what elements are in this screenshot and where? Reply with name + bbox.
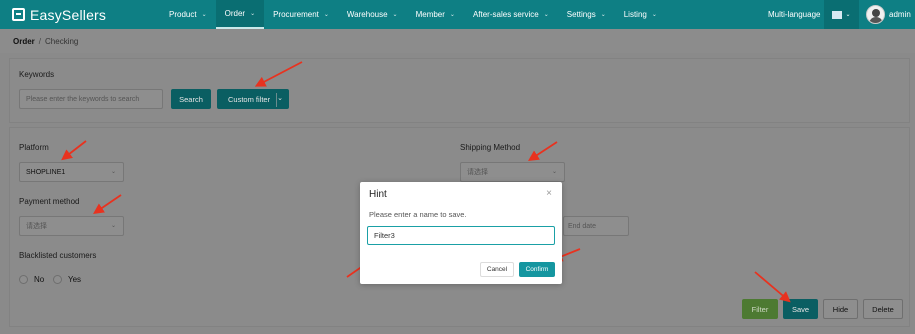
- shipping-method-select[interactable]: 请选择 ⌄: [460, 162, 565, 182]
- main-menu: Product ⌄ Order ⌄ Procurement ⌄ Warehouse ⌄ …: [160, 0, 666, 29]
- top-nav-bar: EasySellers Product ⌄ Order ⌄ Procurement ⌄…: [0, 0, 915, 29]
- chevron-down-icon: ⌄: [651, 12, 657, 18]
- nav-item-product[interactable]: Product ⌄: [160, 0, 216, 29]
- breadcrumb-current: Checking: [45, 36, 79, 46]
- confirm-button[interactable]: Confirm: [519, 262, 555, 277]
- radio-circle: [53, 275, 62, 284]
- nav-item-label: Warehouse: [346, 10, 388, 19]
- dialog-title: Hint: [369, 189, 387, 200]
- nav-item-procurement[interactable]: Procurement ⌄: [264, 0, 338, 29]
- blacklist-label: Blacklisted customers: [19, 251, 97, 260]
- save-filter-dialog: Hint × Please enter a name to save. Canc…: [360, 182, 562, 284]
- multi-language-link[interactable]: Multi-language: [768, 0, 820, 29]
- end-date-placeholder: End date: [568, 222, 597, 230]
- chevron-down-icon: ⌄: [845, 12, 851, 18]
- brand-logo[interactable]: EasySellers: [0, 0, 160, 29]
- chevron-down-icon: ⌄: [392, 12, 398, 18]
- save-button[interactable]: Save: [783, 299, 818, 319]
- nav-item-label: Order: [224, 9, 246, 18]
- keywords-placeholder: Please enter the keywords to search: [26, 95, 140, 103]
- cancel-button[interactable]: Cancel: [480, 262, 514, 277]
- shopping-bag-icon: [12, 8, 25, 21]
- custom-filter-button[interactable]: Custom filter ⌄: [217, 89, 289, 109]
- radio-circle: [19, 275, 28, 284]
- user-name[interactable]: admin: [889, 0, 911, 29]
- keywords-input[interactable]: Please enter the keywords to search: [19, 89, 163, 109]
- search-button[interactable]: Search: [171, 89, 211, 109]
- chevron-down-icon: ⌄: [543, 12, 549, 18]
- chevron-down-icon: ⌄: [201, 12, 207, 18]
- nav-item-warehouse[interactable]: Warehouse ⌄: [338, 0, 407, 29]
- chevron-down-icon: ⌄: [600, 12, 606, 18]
- end-date-input[interactable]: End date: [563, 216, 629, 236]
- breadcrumb-separator: /: [38, 36, 42, 46]
- filter-button[interactable]: Filter: [742, 299, 778, 319]
- filter-name-input[interactable]: [367, 226, 555, 245]
- chevron-down-icon[interactable]: ⌄: [277, 94, 283, 102]
- platform-select[interactable]: SHOPLINE1 ⌄: [19, 162, 124, 182]
- radio-yes[interactable]: Yes: [53, 275, 81, 284]
- nav-item-member[interactable]: Member ⌄: [407, 0, 464, 29]
- breadcrumb-root[interactable]: Order: [13, 37, 35, 46]
- shipping-method-label: Shipping Method: [460, 143, 521, 152]
- keywords-label: Keywords: [19, 70, 55, 79]
- radio-yes-label: Yes: [68, 275, 82, 284]
- nav-item-label: After-sales service: [472, 10, 539, 19]
- nav-item-order[interactable]: Order ⌄: [215, 0, 265, 29]
- search-panel: Keywords Please enter the keywords to se…: [9, 58, 910, 123]
- nav-item-settings[interactable]: Settings ⌄: [558, 0, 615, 29]
- payment-method-select[interactable]: 请选择 ⌄: [19, 216, 124, 236]
- custom-filter-label: Custom filter: [228, 94, 271, 104]
- chevron-down-icon: ⌄: [449, 12, 455, 18]
- platform-label: Platform: [19, 143, 49, 152]
- radio-no[interactable]: No: [19, 275, 44, 284]
- payment-method-label: Payment method: [19, 197, 80, 206]
- nav-item-label: Member: [415, 10, 445, 19]
- flag-icon: [832, 10, 843, 19]
- brand-name: EasySellers: [30, 6, 107, 23]
- nav-item-label: Listing: [623, 10, 647, 19]
- nav-item-label: Procurement: [273, 10, 319, 19]
- nav-item-listing[interactable]: Listing ⌄: [615, 0, 666, 29]
- chevron-down-icon: ⌄: [323, 12, 329, 18]
- platform-value: SHOPLINE1: [26, 168, 66, 176]
- payment-method-value: 请选择: [26, 223, 47, 230]
- dialog-message: Please enter a name to save.: [369, 210, 467, 219]
- avatar[interactable]: [866, 5, 885, 24]
- language-selector[interactable]: ⌄: [824, 0, 859, 29]
- nav-item-label: Product: [169, 10, 197, 19]
- close-icon[interactable]: ×: [546, 188, 552, 199]
- breadcrumb: Order / Checking: [0, 29, 915, 53]
- delete-button[interactable]: Delete: [863, 299, 903, 319]
- chevron-down-icon: ⌄: [110, 169, 116, 175]
- shipping-method-value: 请选择: [467, 169, 488, 176]
- chevron-down-icon: ⌄: [250, 11, 256, 17]
- chevron-down-icon: ⌄: [551, 169, 557, 175]
- nav-item-label: Settings: [566, 10, 596, 19]
- chevron-down-icon: ⌄: [110, 223, 116, 229]
- nav-item-after-sales[interactable]: After-sales service ⌄: [464, 0, 558, 29]
- hide-button[interactable]: Hide: [823, 299, 858, 319]
- radio-no-label: No: [34, 275, 45, 284]
